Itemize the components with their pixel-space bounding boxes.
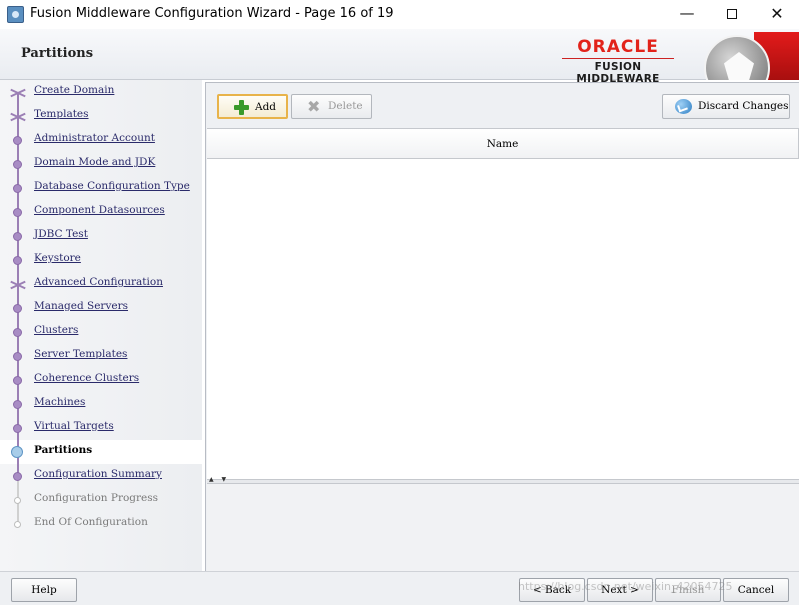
nav-step-clusters[interactable]: Clusters xyxy=(0,320,202,344)
delete-x-icon: ✖ xyxy=(307,97,321,116)
nav-step-jdbc-test[interactable]: JDBC Test xyxy=(0,224,202,248)
wizard-footer: Help < Back Next > Finish Cancel https:/… xyxy=(0,571,799,605)
detail-pane xyxy=(207,484,799,571)
maximize-button[interactable] xyxy=(709,0,755,29)
nav-step-database-configuration-type[interactable]: Database Configuration Type xyxy=(0,176,202,200)
nav-step-administrator-account[interactable]: Administrator Account xyxy=(0,128,202,152)
nav-step-label: Templates xyxy=(34,108,89,120)
nav-step-label: Keystore xyxy=(34,252,81,264)
maximize-icon xyxy=(727,9,737,19)
nav-step-keystore[interactable]: Keystore xyxy=(0,248,202,272)
nav-step-label: Clusters xyxy=(34,324,79,336)
nav-step-label: Server Templates xyxy=(34,348,128,360)
step-marker-icon xyxy=(11,446,23,458)
nav-step-label: Advanced Configuration xyxy=(34,276,163,288)
step-marker-icon xyxy=(13,112,22,121)
pentagon-icon xyxy=(724,52,754,80)
nav-step-machines[interactable]: Machines xyxy=(0,392,202,416)
undo-icon xyxy=(675,99,692,114)
step-marker-icon xyxy=(13,304,22,313)
delete-button-label: Delete xyxy=(328,100,363,112)
app-icon xyxy=(7,6,24,23)
step-marker-icon xyxy=(13,280,22,289)
step-marker-icon xyxy=(13,472,22,481)
partitions-table[interactable]: Name xyxy=(207,128,799,479)
nav-step-partitions[interactable]: Partitions xyxy=(0,440,202,464)
nav-step-label: Create Domain xyxy=(34,84,115,96)
nav-step-label: Coherence Clusters xyxy=(34,372,140,384)
nav-step-end-of-configuration: End Of Configuration xyxy=(0,512,202,536)
oracle-logo: ORACLE FUSION MIDDLEWARE xyxy=(556,38,680,85)
nav-step-label: End Of Configuration xyxy=(34,516,148,528)
page-title: Partitions xyxy=(21,46,94,61)
step-marker-icon xyxy=(14,521,21,528)
plus-icon xyxy=(234,100,249,115)
step-marker-icon xyxy=(13,328,22,337)
nav-step-server-templates[interactable]: Server Templates xyxy=(0,344,202,368)
add-button-label: Add xyxy=(255,101,277,113)
nav-step-managed-servers[interactable]: Managed Servers xyxy=(0,296,202,320)
nav-step-label: Partitions xyxy=(34,444,93,456)
step-marker-icon xyxy=(13,400,22,409)
window-title: Fusion Middleware Configuration Wizard -… xyxy=(30,6,394,21)
nav-step-label: Virtual Targets xyxy=(34,420,114,432)
close-button[interactable]: ✕ xyxy=(754,0,799,29)
nav-step-label: Configuration Summary xyxy=(34,468,162,480)
column-header-name[interactable]: Name xyxy=(207,129,799,159)
nav-step-coherence-clusters[interactable]: Coherence Clusters xyxy=(0,368,202,392)
cancel-button[interactable]: Cancel xyxy=(723,578,789,602)
splitter-arrows-icon[interactable]: ▲ ▼ xyxy=(209,476,229,483)
discard-button-label: Discard Changes xyxy=(698,100,789,112)
nav-step-label: JDBC Test xyxy=(34,228,88,240)
step-marker-icon xyxy=(13,424,22,433)
step-marker-icon xyxy=(13,256,22,265)
discard-changes-button[interactable]: Discard Changes xyxy=(662,94,790,119)
step-marker-icon xyxy=(14,497,21,504)
nav-step-templates[interactable]: Templates xyxy=(0,104,202,128)
add-button[interactable]: Add xyxy=(217,94,288,119)
watermark-text: https://blog.csdn.net/weixin_42054725 xyxy=(518,580,733,593)
step-marker-icon xyxy=(13,232,22,241)
nav-step-configuration-summary[interactable]: Configuration Summary xyxy=(0,464,202,488)
step-marker-icon xyxy=(13,160,22,169)
step-marker-icon xyxy=(13,208,22,217)
nav-step-label: Machines xyxy=(34,396,86,408)
delete-button[interactable]: ✖ Delete xyxy=(291,94,372,119)
wizard-header: Partitions ORACLE FUSION MIDDLEWARE xyxy=(0,29,799,85)
nav-step-create-domain[interactable]: Create Domain xyxy=(0,80,202,104)
brand-badge xyxy=(700,32,799,80)
step-marker-icon xyxy=(13,184,22,193)
nav-step-virtual-targets[interactable]: Virtual Targets xyxy=(0,416,202,440)
nav-step-domain-mode-and-jdk[interactable]: Domain Mode and JDK xyxy=(0,152,202,176)
nav-step-label: Domain Mode and JDK xyxy=(34,156,156,168)
step-marker-icon xyxy=(13,352,22,361)
nav-step-label: Database Configuration Type xyxy=(34,180,190,192)
nav-step-advanced-configuration[interactable]: Advanced Configuration xyxy=(0,272,202,296)
main-panel: Add ✖ Delete Discard Changes Name ▲ ▼ xyxy=(205,82,799,572)
nav-step-label: Administrator Account xyxy=(34,132,155,144)
logo-divider xyxy=(562,58,674,59)
nav-step-component-datasources[interactable]: Component Datasources xyxy=(0,200,202,224)
oracle-wordmark: ORACLE xyxy=(577,37,659,57)
nav-step-label: Managed Servers xyxy=(34,300,129,312)
nav-step-configuration-progress: Configuration Progress xyxy=(0,488,202,512)
minimize-button[interactable]: — xyxy=(664,0,710,29)
wizard-steps-nav: Create Domain Templates Administrator Acco… xyxy=(0,80,202,571)
step-marker-icon xyxy=(13,136,22,145)
title-bar: Fusion Middleware Configuration Wizard -… xyxy=(0,0,799,29)
nav-step-label: Component Datasources xyxy=(34,204,165,216)
step-marker-icon xyxy=(13,376,22,385)
nav-step-label: Configuration Progress xyxy=(34,492,159,504)
step-marker-icon xyxy=(13,88,22,97)
help-button[interactable]: Help xyxy=(11,578,77,602)
